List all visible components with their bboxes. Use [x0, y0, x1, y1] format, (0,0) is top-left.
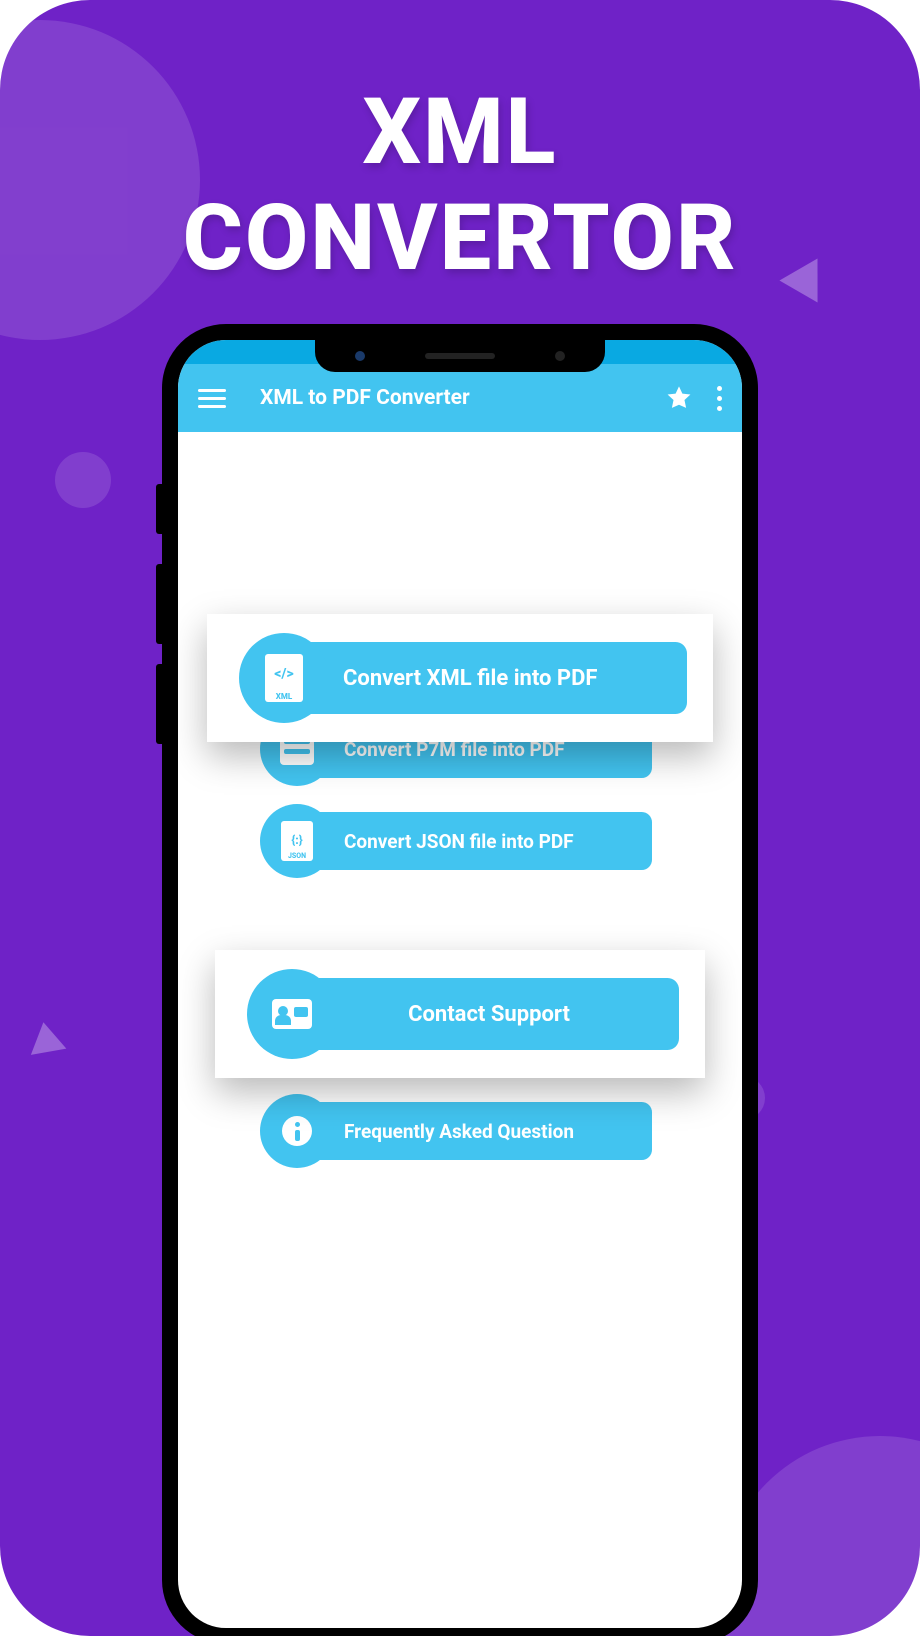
app-title: XML to PDF Converter — [260, 386, 665, 410]
xml-file-icon: </> XML — [239, 633, 329, 723]
contact-icon — [247, 969, 337, 1059]
phone-side-button — [156, 664, 162, 744]
convert-json-button[interactable]: {:} JSON Convert JSON file into PDF — [268, 812, 652, 870]
file-icon-ext: JSON — [281, 852, 313, 860]
convert-xml-button[interactable]: </> XML Convert XML file into PDF — [251, 642, 687, 714]
camera-dot — [355, 351, 365, 361]
promo-title-line2: CONVERTOR — [0, 186, 920, 292]
menu-icon[interactable] — [198, 389, 226, 408]
phone-side-button — [156, 484, 162, 534]
sensor-dot — [555, 351, 565, 361]
json-file-icon: {:} JSON — [260, 804, 334, 878]
phone-notch — [315, 340, 605, 372]
phone-side-button — [156, 564, 162, 644]
decoration-circle — [55, 452, 111, 508]
contact-support-button[interactable]: Contact Support — [259, 978, 679, 1050]
decoration-triangle — [26, 1019, 67, 1055]
faq-button[interactable]: Frequently Asked Question — [268, 1102, 652, 1160]
highlight-card: </> XML Convert XML file into PDF — [207, 614, 713, 742]
info-icon — [260, 1094, 334, 1168]
file-icon-ext: XML — [265, 692, 303, 701]
highlight-card: Contact Support — [215, 950, 705, 1078]
file-icon-tag: {:} — [281, 833, 313, 847]
promo-title: XML CONVERTOR — [0, 80, 920, 292]
promo-background: XML CONVERTOR XML to PDF Converter — [0, 0, 920, 1636]
speaker-slot — [425, 353, 495, 359]
overflow-menu-icon[interactable] — [717, 386, 722, 411]
app-bar: XML to PDF Converter — [178, 364, 742, 432]
promo-title-line1: XML — [0, 80, 920, 186]
file-icon-tag: </> — [265, 666, 303, 682]
star-icon[interactable] — [665, 384, 693, 412]
